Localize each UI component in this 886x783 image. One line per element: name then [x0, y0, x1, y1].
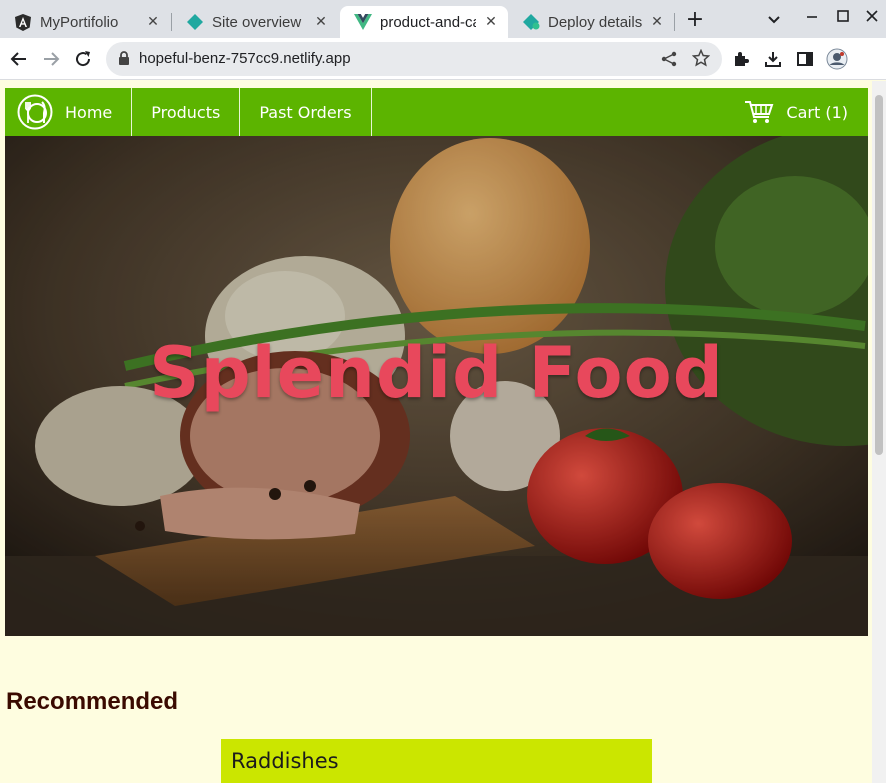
restaurant-logo-icon[interactable] — [5, 88, 55, 136]
cart-label: Cart (1) — [786, 102, 848, 122]
site-navbar: Home Products Past Orders Cart (1) — [5, 88, 868, 136]
profile-avatar-icon[interactable] — [826, 48, 848, 70]
forward-icon[interactable] — [40, 48, 62, 70]
tab-title: Deploy details — [548, 13, 642, 31]
side-panel-icon[interactable] — [794, 48, 816, 70]
reload-icon[interactable] — [72, 48, 94, 70]
vue-icon — [354, 13, 372, 31]
shopping-cart-icon — [744, 100, 774, 124]
browser-tab-strip: MyPortifolio ✕ Site overview | ✕ product… — [0, 0, 886, 38]
hero-banner: Splendid Food — [5, 136, 868, 636]
browser-tab-deploy-details[interactable]: Deploy details ✕ — [508, 6, 674, 38]
nav-past-orders[interactable]: Past Orders — [240, 88, 372, 136]
close-tab-icon[interactable]: ✕ — [648, 13, 666, 31]
maximize-icon[interactable] — [833, 6, 853, 26]
new-tab-icon[interactable]: + — [684, 9, 706, 31]
close-tab-icon[interactable]: ✕ — [312, 13, 330, 31]
netlify-icon — [186, 13, 204, 31]
address-bar[interactable]: hopeful-benz-757cc9.netlify.app — [106, 42, 722, 76]
bookmark-star-icon[interactable] — [691, 48, 711, 71]
product-card[interactable]: Raddishes — [221, 739, 652, 783]
url-text: hopeful-benz-757cc9.netlify.app — [139, 50, 351, 67]
browser-tab-site-overview[interactable]: Site overview | ✕ — [172, 6, 338, 38]
product-name: Raddishes — [231, 749, 339, 773]
extensions-icon[interactable] — [730, 48, 752, 70]
nav-products[interactable]: Products — [132, 88, 241, 136]
share-icon[interactable] — [660, 50, 678, 72]
tab-title: MyPortifolio — [40, 13, 119, 31]
back-icon[interactable] — [8, 48, 30, 70]
section-title-recommended: Recommended — [6, 688, 179, 715]
angular-icon — [14, 13, 32, 31]
lock-icon[interactable] — [118, 51, 130, 70]
chevron-down-icon[interactable] — [764, 10, 784, 30]
browser-tab-myportifolio[interactable]: MyPortifolio ✕ — [0, 6, 170, 38]
browser-tab-product-and-cart[interactable]: product-and-ca ✕ — [340, 6, 508, 38]
tab-title: product-and-ca — [380, 13, 476, 31]
minimize-icon[interactable] — [802, 6, 822, 26]
tab-divider — [674, 13, 675, 31]
nav-home[interactable]: Home — [55, 88, 133, 136]
browser-toolbar: hopeful-benz-757cc9.netlify.app — [0, 38, 886, 80]
close-window-icon[interactable] — [862, 6, 882, 26]
netlify-icon — [522, 13, 540, 31]
download-icon[interactable] — [762, 48, 784, 70]
hero-title: Splendid Food — [149, 332, 724, 414]
cart-link[interactable]: Cart (1) — [744, 88, 848, 136]
page-scrollbar[interactable] — [872, 81, 886, 783]
close-tab-icon[interactable]: ✕ — [144, 13, 162, 31]
page-viewport: Home Products Past Orders Cart (1) Splen… — [0, 81, 886, 783]
scrollbar-thumb[interactable] — [875, 95, 883, 455]
close-tab-icon[interactable]: ✕ — [482, 13, 500, 31]
tab-title: Site overview | — [212, 13, 306, 31]
